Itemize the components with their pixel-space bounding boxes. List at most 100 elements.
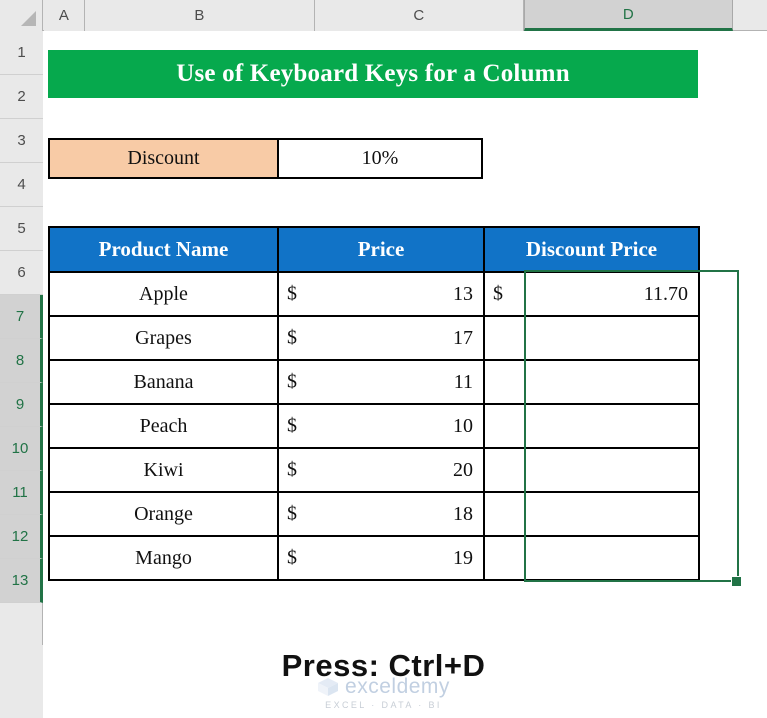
header-label-product-name: Product Name <box>98 237 229 261</box>
column-header-d-label: D <box>622 5 635 23</box>
price-currency: $ <box>287 414 297 437</box>
row-header-strip: 1 2 3 4 5 6 7 8 9 10 11 12 13 <box>0 31 43 718</box>
discount-currency: $ <box>493 282 503 305</box>
price-value: 11 <box>453 370 473 393</box>
table-row: Peach $10 <box>48 403 700 449</box>
table-header-row: Product Name Price Discount Price <box>48 226 700 273</box>
cell-product-name[interactable]: Mango <box>48 535 279 581</box>
row-header-3-label: 3 <box>17 132 26 149</box>
column-header-d[interactable]: D <box>524 0 733 31</box>
excel-worksheet: A B C D 1 2 3 4 5 6 7 8 9 10 11 12 13 Us… <box>0 0 767 718</box>
column-header-c[interactable]: C <box>315 0 524 31</box>
cell-price[interactable]: $18 <box>277 491 485 537</box>
discount-value-cell[interactable]: 10% <box>279 140 481 177</box>
cell-price[interactable]: $17 <box>277 315 485 361</box>
title-banner-text: Use of Keyboard Keys for a Column <box>176 60 570 87</box>
table-row: Grapes $17 <box>48 315 700 361</box>
header-label-price: Price <box>357 237 405 261</box>
row-header-5[interactable]: 5 <box>0 207 43 251</box>
row-header-9[interactable]: 9 <box>0 383 43 427</box>
column-header-a[interactable]: A <box>44 0 85 31</box>
column-header-price[interactable]: Price <box>277 226 485 273</box>
cell-discount-price[interactable] <box>483 491 700 537</box>
row-header-10[interactable]: 10 <box>0 427 43 471</box>
discount-label-cell[interactable]: Discount <box>50 140 279 177</box>
table-row: Orange $18 <box>48 491 700 537</box>
price-value: 17 <box>453 326 473 349</box>
row-header-4-label: 4 <box>17 176 26 193</box>
product-name-value: Apple <box>139 282 188 305</box>
row-header-13[interactable]: 13 <box>0 559 43 603</box>
row-header-10-label: 10 <box>11 440 29 457</box>
price-value: 18 <box>453 502 473 525</box>
row-header-8-label: 8 <box>15 352 25 369</box>
product-name-value: Banana <box>133 370 194 393</box>
cell-product-name[interactable]: Kiwi <box>48 447 279 493</box>
discount-row: Discount 10% <box>48 138 483 179</box>
cell-discount-price[interactable] <box>483 315 700 361</box>
column-header-a-label: A <box>58 7 70 24</box>
row-header-4[interactable]: 4 <box>0 163 43 207</box>
product-name-value: Mango <box>135 546 192 569</box>
fill-handle[interactable] <box>731 576 742 587</box>
cell-product-name[interactable]: Apple <box>48 271 279 317</box>
price-value: 19 <box>453 546 473 569</box>
column-header-product-name[interactable]: Product Name <box>48 226 279 273</box>
row-header-7[interactable]: 7 <box>0 295 43 339</box>
row-header-5-label: 5 <box>17 220 26 237</box>
price-currency: $ <box>287 326 297 349</box>
price-value: 10 <box>453 414 473 437</box>
instruction-label: Press: Ctrl+D <box>281 648 486 683</box>
cell-product-name[interactable]: Peach <box>48 403 279 449</box>
product-name-value: Orange <box>134 502 193 525</box>
cell-product-name[interactable]: Banana <box>48 359 279 405</box>
product-name-value: Kiwi <box>143 458 184 481</box>
select-all-corner[interactable] <box>0 0 43 31</box>
row-header-1-label: 1 <box>17 44 26 61</box>
row-header-1[interactable]: 1 <box>0 31 43 75</box>
row-header-6-label: 6 <box>17 264 26 281</box>
row-header-2-label: 2 <box>17 88 26 105</box>
cell-discount-price[interactable] <box>483 535 700 581</box>
cell-discount-price[interactable] <box>483 447 700 493</box>
column-header-b[interactable]: B <box>85 0 315 31</box>
table-row: Apple $13 $11.70 <box>48 271 700 317</box>
price-currency: $ <box>287 370 297 393</box>
cell-price[interactable]: $10 <box>277 403 485 449</box>
product-name-value: Grapes <box>135 326 192 349</box>
cell-price[interactable]: $13 <box>277 271 485 317</box>
price-currency: $ <box>287 546 297 569</box>
row-header-12[interactable]: 12 <box>0 515 43 559</box>
title-banner: Use of Keyboard Keys for a Column <box>48 50 698 98</box>
column-header-strip: A B C D <box>0 0 767 31</box>
cell-product-name[interactable]: Grapes <box>48 315 279 361</box>
product-discount-table: Product Name Price Discount Price Apple … <box>48 226 700 581</box>
discount-value: 11.70 <box>643 282 688 305</box>
price-currency: $ <box>287 282 297 305</box>
cell-discount-price[interactable] <box>483 403 700 449</box>
cell-price[interactable]: $19 <box>277 535 485 581</box>
row-header-11[interactable]: 11 <box>0 471 43 515</box>
cell-discount-price[interactable]: $11.70 <box>483 271 700 317</box>
column-header-discount-price[interactable]: Discount Price <box>483 226 700 273</box>
row-header-12-label: 12 <box>11 528 29 545</box>
cell-discount-price[interactable] <box>483 359 700 405</box>
cell-price[interactable]: $11 <box>277 359 485 405</box>
price-currency: $ <box>287 502 297 525</box>
price-value: 13 <box>453 282 473 305</box>
row-header-9-label: 9 <box>15 396 25 413</box>
price-currency: $ <box>287 458 297 481</box>
cell-price[interactable]: $20 <box>277 447 485 493</box>
row-header-11-label: 11 <box>12 484 28 501</box>
cell-product-name[interactable]: Orange <box>48 491 279 537</box>
instruction-text: Press: Ctrl+D <box>0 648 767 684</box>
price-value: 20 <box>453 458 473 481</box>
table-row: Mango $19 <box>48 535 700 581</box>
row-header-8[interactable]: 8 <box>0 339 43 383</box>
row-header-6[interactable]: 6 <box>0 251 43 295</box>
table-row: Kiwi $20 <box>48 447 700 493</box>
row-header-3[interactable]: 3 <box>0 119 43 163</box>
column-header-c-label: C <box>413 7 425 24</box>
row-header-7-label: 7 <box>15 308 25 325</box>
row-header-2[interactable]: 2 <box>0 75 43 119</box>
